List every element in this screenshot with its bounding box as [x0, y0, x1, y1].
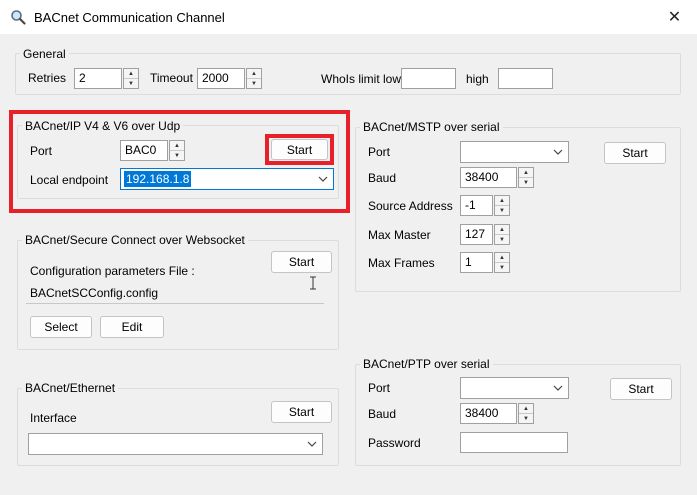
- ip-port-input[interactable]: BAC0: [120, 140, 168, 161]
- spin-up-icon[interactable]: ▲: [124, 69, 138, 78]
- spin-up-icon[interactable]: ▲: [495, 225, 509, 234]
- max-frames-input[interactable]: 1: [460, 252, 493, 273]
- ethernet-start-button[interactable]: Start: [271, 401, 332, 423]
- ip-port-label: Port: [30, 144, 53, 158]
- mstp-baud-spinner[interactable]: ▲ ▼: [518, 167, 534, 188]
- spin-up-icon[interactable]: ▲: [495, 196, 509, 205]
- password-label: Password: [368, 436, 421, 450]
- high-label: high: [466, 72, 489, 86]
- mstp-port-value: [464, 144, 468, 160]
- max-frames-spinner[interactable]: ▲ ▼: [494, 252, 510, 273]
- search-app-icon: [11, 10, 26, 25]
- chevron-down-icon[interactable]: [317, 173, 329, 185]
- spin-up-icon[interactable]: ▲: [247, 69, 261, 78]
- local-endpoint-label: Local endpoint: [30, 173, 109, 187]
- retries-spinner[interactable]: ▲ ▼: [123, 68, 139, 89]
- mstp-port-combo[interactable]: [460, 141, 569, 163]
- chevron-down-icon[interactable]: [552, 382, 564, 394]
- mstp-baud-input[interactable]: 38400: [460, 167, 517, 188]
- ptp-baud-input[interactable]: 38400: [460, 403, 517, 424]
- retries-input[interactable]: 2: [74, 68, 122, 89]
- mstp-start-button[interactable]: Start: [604, 142, 666, 164]
- spin-up-icon[interactable]: ▲: [495, 253, 509, 262]
- max-master-spinner[interactable]: ▲ ▼: [494, 224, 510, 245]
- local-endpoint-value: 192.168.1.8: [124, 171, 192, 187]
- spin-down-icon[interactable]: ▼: [124, 78, 138, 88]
- title-bar: BACnet Communication Channel ✕: [0, 0, 697, 34]
- retries-label: Retries: [28, 71, 67, 85]
- ip-start-button[interactable]: Start: [271, 139, 328, 160]
- spin-down-icon[interactable]: ▼: [495, 234, 509, 244]
- spin-down-icon[interactable]: ▼: [519, 413, 533, 423]
- spin-down-icon[interactable]: ▼: [247, 78, 261, 88]
- timeout-input[interactable]: 2000: [197, 68, 245, 89]
- whois-limit-label: WhoIs limit low: [321, 72, 402, 86]
- config-file-value: BACnetSCConfig.config: [30, 286, 159, 300]
- spin-down-icon[interactable]: ▼: [495, 262, 509, 272]
- edit-button[interactable]: Edit: [100, 316, 164, 338]
- bacnet-sc-legend: BACnet/Secure Connect over Websocket: [22, 233, 248, 247]
- interface-combo[interactable]: [28, 433, 323, 455]
- password-input[interactable]: [460, 432, 568, 453]
- max-frames-label: Max Frames: [368, 256, 435, 270]
- ptp-baud-label: Baud: [368, 407, 397, 421]
- whois-high-input[interactable]: [498, 68, 553, 89]
- spin-down-icon[interactable]: ▼: [519, 177, 533, 187]
- chevron-down-icon[interactable]: [306, 438, 318, 450]
- ptp-start-button[interactable]: Start: [610, 378, 672, 400]
- source-address-input[interactable]: -1: [460, 195, 493, 216]
- ptp-baud-spinner[interactable]: ▲ ▼: [518, 403, 534, 424]
- local-endpoint-combo[interactable]: 192.168.1.8: [120, 168, 334, 190]
- bacnet-mstp-legend: BACnet/MSTP over serial: [360, 120, 503, 134]
- ip-port-spinner[interactable]: ▲ ▼: [169, 140, 185, 161]
- close-icon: ✕: [667, 9, 682, 26]
- spin-down-icon[interactable]: ▼: [170, 150, 184, 160]
- spin-up-icon[interactable]: ▲: [519, 168, 533, 177]
- chevron-down-icon[interactable]: [552, 146, 564, 158]
- config-file-underline: [26, 303, 324, 304]
- bacnet-ethernet-legend: BACnet/Ethernet: [22, 381, 119, 395]
- whois-low-input[interactable]: [401, 68, 456, 89]
- timeout-label: Timeout: [150, 71, 193, 85]
- ptp-port-label: Port: [368, 381, 391, 395]
- interface-label: Interface: [30, 411, 77, 425]
- interface-value: [32, 436, 36, 452]
- spin-up-icon[interactable]: ▲: [519, 404, 533, 413]
- bacnet-ptp-legend: BACnet/PTP over serial: [360, 357, 493, 371]
- general-legend: General: [20, 47, 69, 61]
- window-title: BACnet Communication Channel: [34, 10, 225, 25]
- max-master-input[interactable]: 127: [460, 224, 493, 245]
- text-cursor-icon: [310, 276, 316, 290]
- select-button[interactable]: Select: [30, 316, 92, 338]
- mstp-port-label: Port: [368, 145, 391, 159]
- ptp-port-value: [464, 380, 468, 396]
- config-file-label: Configuration parameters File :: [30, 264, 195, 278]
- sc-start-button[interactable]: Start: [271, 251, 332, 273]
- max-master-label: Max Master: [368, 228, 431, 242]
- source-address-spinner[interactable]: ▲ ▼: [494, 195, 510, 216]
- source-address-label: Source Address: [368, 199, 453, 213]
- close-button[interactable]: ✕: [652, 0, 697, 34]
- spin-down-icon[interactable]: ▼: [495, 205, 509, 215]
- timeout-spinner[interactable]: ▲ ▼: [246, 68, 262, 89]
- spin-up-icon[interactable]: ▲: [170, 141, 184, 150]
- mstp-baud-label: Baud: [368, 171, 397, 185]
- ptp-port-combo[interactable]: [460, 377, 569, 399]
